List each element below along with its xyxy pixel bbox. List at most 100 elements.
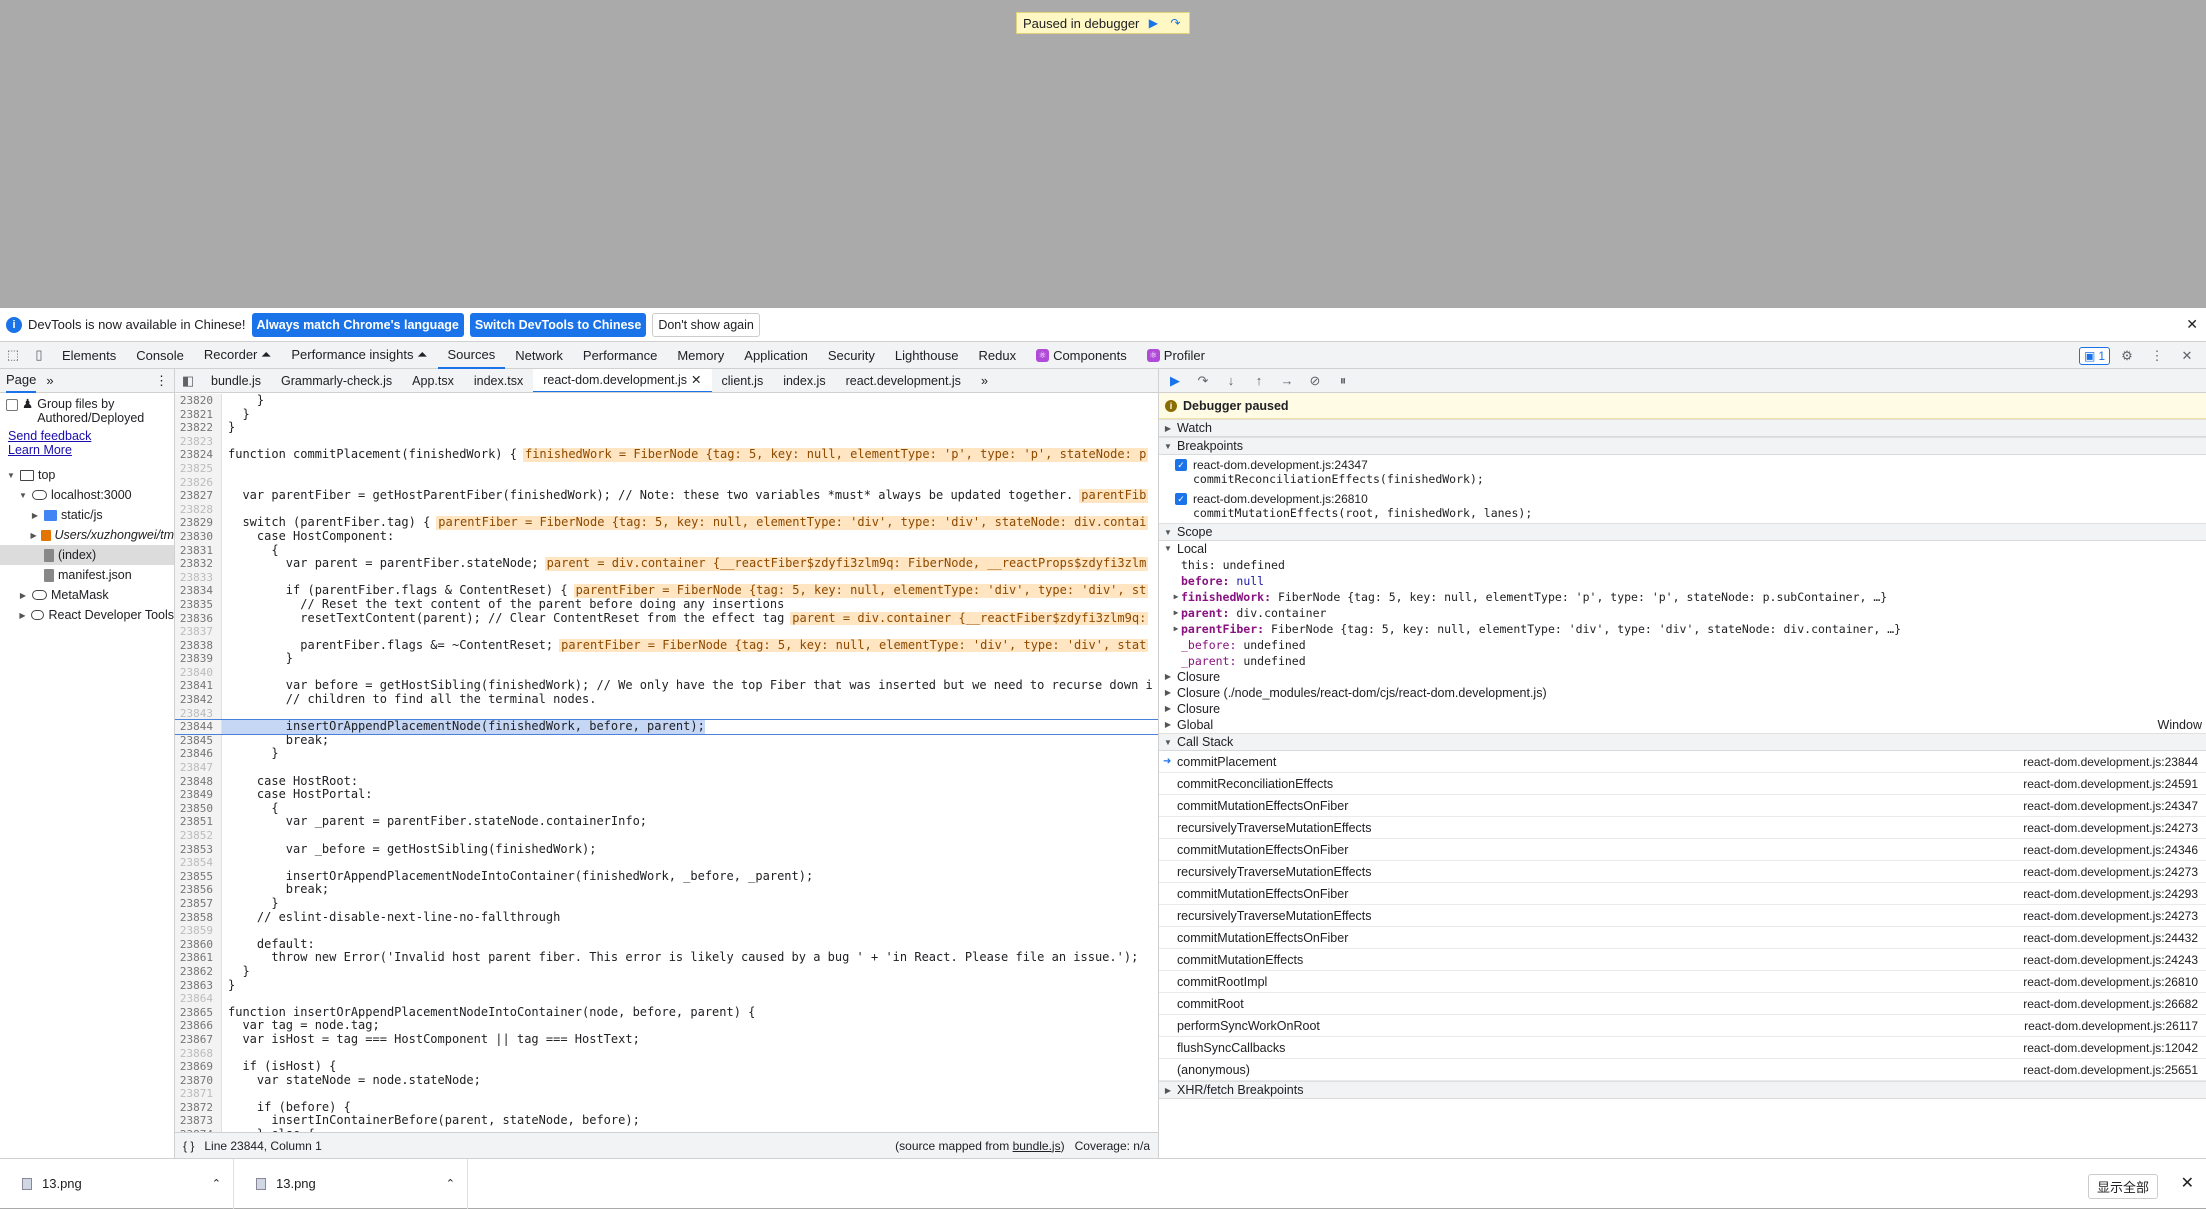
call-frame[interactable]: flushSyncCallbacks react-dom.development.… xyxy=(1159,1037,2206,1059)
tab-network[interactable]: Network xyxy=(505,342,573,369)
step-icon[interactable]: → xyxy=(1277,373,1297,388)
pause-on-exceptions-icon[interactable]: ⏸ xyxy=(1333,373,1353,389)
editor-tab[interactable]: index.tsx xyxy=(464,369,533,392)
tab-memory[interactable]: Memory xyxy=(667,342,734,369)
line-number[interactable]: 23826 xyxy=(175,475,222,490)
line-number[interactable]: 23836 xyxy=(175,611,222,626)
call-frame[interactable]: recursivelyTraverseMutationEffects react-… xyxy=(1159,817,2206,839)
line-number[interactable]: 23864 xyxy=(175,992,222,1006)
step-over-icon[interactable]: ↷ xyxy=(1193,373,1213,389)
call-frame[interactable]: recursivelyTraverseMutationEffects react-… xyxy=(1159,861,2206,883)
editor-tab[interactable]: client.js xyxy=(712,369,774,392)
breakpoint-checkbox[interactable]: ✓ xyxy=(1175,493,1187,505)
line-number[interactable]: 23852 xyxy=(175,829,222,843)
device-toolbar-icon[interactable]: ▯ xyxy=(26,342,52,368)
call-frame[interactable]: commitMutationEffectsOnFiber react-dom.de… xyxy=(1159,883,2206,905)
line-number[interactable]: 23849 xyxy=(175,788,222,802)
xhr-breakpoints-section[interactable]: ▶ XHR/fetch Breakpoints xyxy=(1159,1081,2206,1099)
editor-tab[interactable]: react.development.js xyxy=(836,369,971,392)
line-number[interactable]: 23873 xyxy=(175,1114,222,1129)
deactivate-breakpoints-icon[interactable]: ⊘ xyxy=(1305,373,1325,389)
call-frame[interactable]: commitMutationEffects react-dom.developme… xyxy=(1159,949,2206,971)
learn-more-link[interactable]: Learn More xyxy=(0,443,174,457)
line-number[interactable]: 23823 xyxy=(175,434,222,449)
line-number[interactable]: 23840 xyxy=(175,665,222,680)
line-number[interactable]: 23854 xyxy=(175,856,222,870)
line-number[interactable]: 23839 xyxy=(175,652,222,666)
tab-recorder[interactable]: Recorder ⏶ xyxy=(194,342,281,369)
breakpoints-section[interactable]: ▼ Breakpoints xyxy=(1159,437,2206,455)
line-number[interactable]: 23863 xyxy=(175,978,222,993)
tab-performance[interactable]: Performance xyxy=(573,342,667,369)
line-number[interactable]: 23829 xyxy=(175,516,222,530)
line-number[interactable]: 23844 xyxy=(175,720,222,734)
closure-scope-module[interactable]: ▶ Closure (./node_modules/react-dom/cjs/r… xyxy=(1159,685,2206,701)
call-frame[interactable]: commitPlacement react-dom.development.js:… xyxy=(1159,751,2206,773)
close-devtools-icon[interactable]: ✕ xyxy=(2174,343,2200,369)
bundle-link[interactable]: bundle.js xyxy=(1013,1139,1061,1153)
line-number[interactable]: 23837 xyxy=(175,625,222,639)
call-frame[interactable]: commitMutationEffectsOnFiber react-dom.de… xyxy=(1159,839,2206,861)
call-frame[interactable]: commitMutationEffectsOnFiber react-dom.de… xyxy=(1159,795,2206,817)
line-number[interactable]: 23867 xyxy=(175,1032,222,1047)
line-number[interactable]: 23868 xyxy=(175,1046,222,1061)
close-icon[interactable]: ✕ xyxy=(2186,316,2198,333)
scope-var-this[interactable]: this: undefined xyxy=(1159,557,2206,573)
line-number[interactable]: 23862 xyxy=(175,964,222,979)
dont-show-again-button[interactable]: Don't show again xyxy=(652,312,760,337)
line-number[interactable]: 23824 xyxy=(175,448,222,462)
resume-icon[interactable]: ▶ xyxy=(1145,15,1161,31)
line-number[interactable]: 23842 xyxy=(175,693,222,707)
editor-tab[interactable]: App.tsx xyxy=(402,369,464,392)
line-number[interactable]: 23828 xyxy=(175,502,222,517)
line-number[interactable]: 23843 xyxy=(175,706,222,721)
line-number[interactable]: 23859 xyxy=(175,924,222,938)
line-number[interactable]: 23855 xyxy=(175,869,222,884)
line-number[interactable]: 23869 xyxy=(175,1060,222,1074)
inspect-element-icon[interactable]: ⬚ xyxy=(0,342,26,368)
closure-scope[interactable]: ▶ Closure xyxy=(1159,669,2206,685)
code-view[interactable]: 23820 } 23821 } 23822} 23823 23824 function c… xyxy=(175,394,1158,1132)
more-options-icon[interactable]: ⋮ xyxy=(155,373,168,389)
line-number[interactable]: 23838 xyxy=(175,638,222,653)
more-options-icon[interactable]: ⋮ xyxy=(2144,343,2170,369)
line-number[interactable]: 23857 xyxy=(175,896,222,911)
line-number[interactable]: 23846 xyxy=(175,747,222,762)
close-tab-icon[interactable]: ✕ xyxy=(691,372,701,387)
line-number[interactable]: 23822 xyxy=(175,421,222,435)
tree-item[interactable]: ▶ Users/xuzhongwei/tm xyxy=(0,525,175,545)
tree-item[interactable]: ▶ MetaMask xyxy=(0,585,174,605)
call-frame[interactable]: commitRoot react-dom.development.js:26682 xyxy=(1159,993,2206,1015)
more-tabs-icon[interactable]: » xyxy=(971,369,998,392)
step-into-icon[interactable]: ↓ xyxy=(1221,373,1241,388)
always-match-language-button[interactable]: Always match Chrome's language xyxy=(251,312,464,337)
line-number[interactable]: 23866 xyxy=(175,1019,222,1033)
download-item[interactable]: 13.png ⌃ xyxy=(0,1158,234,1209)
line-number[interactable]: 23870 xyxy=(175,1073,222,1088)
line-number[interactable]: 23850 xyxy=(175,801,222,816)
line-number[interactable]: 23835 xyxy=(175,597,222,612)
breakpoint-item[interactable]: ✓ react-dom.development.js:24347 commitRec… xyxy=(1159,455,2206,489)
line-number[interactable]: 23821 xyxy=(175,407,222,422)
tab-security[interactable]: Security xyxy=(818,342,885,369)
line-number[interactable]: 23820 xyxy=(175,394,222,408)
call-frame[interactable]: recursivelyTraverseMutationEffects react-… xyxy=(1159,905,2206,927)
tab-components[interactable]: ⚛ Components xyxy=(1026,342,1137,369)
toggle-navigator-icon[interactable]: ◧ xyxy=(175,369,201,392)
scope-var-parent2[interactable]: _parent: undefined xyxy=(1159,653,2206,669)
closure-scope-2[interactable]: ▶ Closure xyxy=(1159,701,2206,717)
line-number[interactable]: 23827 xyxy=(175,489,222,503)
global-scope[interactable]: ▶ Global Window xyxy=(1159,717,2206,733)
line-number[interactable]: 23847 xyxy=(175,761,222,775)
call-frame[interactable]: commitMutationEffectsOnFiber react-dom.de… xyxy=(1159,927,2206,949)
step-out-icon[interactable]: ↑ xyxy=(1249,373,1269,388)
call-frame[interactable]: (anonymous) react-dom.development.js:2565… xyxy=(1159,1059,2206,1081)
local-scope[interactable]: ▼ Local xyxy=(1159,541,2206,557)
tab-console[interactable]: Console xyxy=(126,342,194,369)
watch-section[interactable]: ▶ Watch xyxy=(1159,419,2206,437)
tab-elements[interactable]: Elements xyxy=(52,342,126,369)
line-number[interactable]: 23834 xyxy=(175,584,222,598)
line-number[interactable]: 23841 xyxy=(175,679,222,694)
editor-tab[interactable]: react-dom.development.js ✕ xyxy=(533,369,712,392)
line-number[interactable]: 23848 xyxy=(175,774,222,789)
